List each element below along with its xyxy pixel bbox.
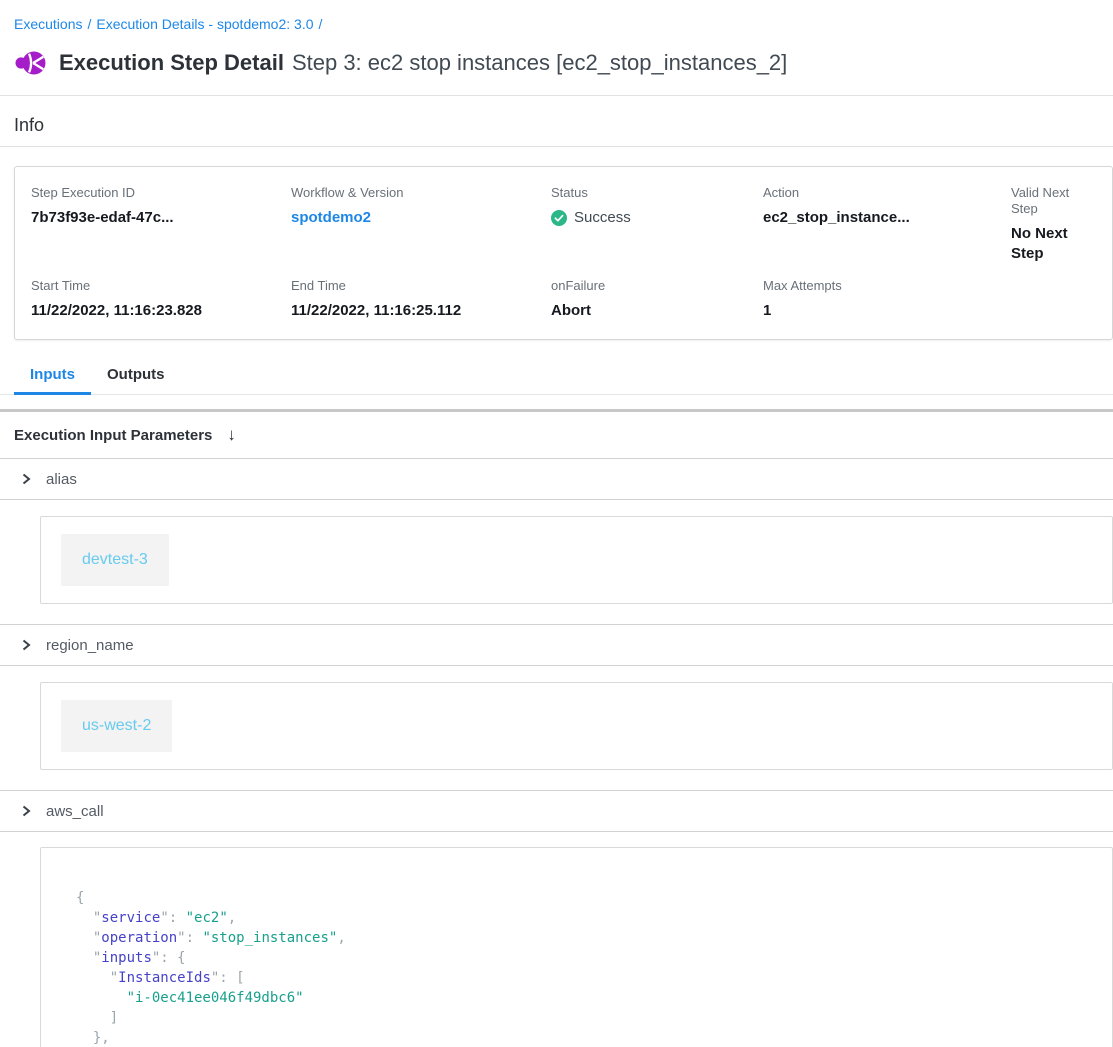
field-label: Step Execution ID <box>31 185 291 201</box>
field-label: onFailure <box>551 278 763 294</box>
chevron-right-icon <box>20 473 32 485</box>
field-status: Status Success <box>551 185 763 264</box>
field-action: Action ec2_stop_instance... <box>763 185 1011 264</box>
field-value: 11/22/2022, 11:16:25.112 <box>291 301 551 321</box>
tab-inputs[interactable]: Inputs <box>14 364 91 395</box>
header-divider <box>0 95 1113 96</box>
breadcrumb-link-execution-details[interactable]: Execution Details - spotdemo2: 3.0 <box>96 16 313 32</box>
json-code: { "service": "ec2", "operation": "stop_i… <box>76 888 1092 1047</box>
breadcrumb-separator: / <box>82 16 96 32</box>
field-start-time: Start Time 11/22/2022, 11:16:23.828 <box>31 278 291 321</box>
field-label: Max Attempts <box>763 278 1011 294</box>
breadcrumb-separator: / <box>314 16 328 32</box>
param-value-chip: us-west-2 <box>61 700 172 752</box>
param-name: region_name <box>46 637 134 654</box>
field-label: Start Time <box>31 278 291 294</box>
breadcrumb-link-executions[interactable]: Executions <box>14 16 82 32</box>
param-row-region-name[interactable]: region_name <box>0 625 1113 666</box>
page-title: Execution Step Detail Step 3: ec2 stop in… <box>59 48 787 78</box>
field-step-execution-id: Step Execution ID 7b73f93e-edaf-47c... <box>31 185 291 264</box>
field-value: Abort <box>551 301 763 321</box>
field-label: Valid Next Step <box>1011 185 1096 217</box>
page-title-step: Step 3: ec2 stop instances [ec2_stop_ins… <box>292 50 787 75</box>
success-check-icon <box>551 210 567 226</box>
field-end-time: End Time 11/22/2022, 11:16:25.112 <box>291 278 551 321</box>
workflow-app-logo-icon <box>14 47 46 79</box>
status-text: Success <box>574 208 631 228</box>
info-card: Step Execution ID 7b73f93e-edaf-47c... W… <box>14 166 1113 340</box>
page-header: Execution Step Detail Step 3: ec2 stop in… <box>14 47 1099 79</box>
page-title-main: Execution Step Detail <box>59 50 284 75</box>
execution-input-parameters-header: Execution Input Parameters ↓ <box>0 412 1113 459</box>
field-value: 11/22/2022, 11:16:23.828 <box>31 301 291 321</box>
sort-down-arrow-icon[interactable]: ↓ <box>227 425 236 445</box>
workflow-link[interactable]: spotdemo2 <box>291 209 371 226</box>
field-label: Action <box>763 185 1011 201</box>
chevron-right-icon <box>20 639 32 651</box>
field-label: Workflow & Version <box>291 185 551 201</box>
field-workflow-version: Workflow & Version spotdemo2 <box>291 185 551 264</box>
param-panel-region-name: us-west-2 <box>40 682 1113 770</box>
field-label: End Time <box>291 278 551 294</box>
param-name: aws_call <box>46 803 104 820</box>
tab-outputs[interactable]: Outputs <box>91 364 181 395</box>
field-valid-next-step: Valid Next Step No Next Step <box>1011 185 1096 264</box>
field-empty <box>1011 278 1096 321</box>
param-panel-alias: devtest-3 <box>40 516 1113 604</box>
param-name: alias <box>46 471 77 488</box>
breadcrumb: Executions/Execution Details - spotdemo2… <box>0 0 1113 32</box>
info-section-title: Info <box>14 115 1099 136</box>
param-row-alias[interactable]: alias <box>0 459 1113 500</box>
tab-bar: Inputs Outputs <box>0 364 1113 395</box>
params-header-label: Execution Input Parameters <box>14 427 212 444</box>
param-row-aws-call[interactable]: aws_call <box>0 791 1113 832</box>
param-panel-aws-call: { "service": "ec2", "operation": "stop_i… <box>40 847 1113 1047</box>
info-divider <box>0 146 1113 147</box>
field-value: 7b73f93e-edaf-47c... <box>31 208 291 228</box>
status-badge: Success <box>551 208 763 228</box>
execution-step-detail-page: Executions/Execution Details - spotdemo2… <box>0 0 1113 1047</box>
field-label: Status <box>551 185 763 201</box>
field-max-attempts: Max Attempts 1 <box>763 278 1011 321</box>
field-value: No Next Step <box>1011 224 1096 264</box>
field-on-failure: onFailure Abort <box>551 278 763 321</box>
field-value: 1 <box>763 301 1011 321</box>
field-value: ec2_stop_instance... <box>763 208 1011 228</box>
chevron-right-icon <box>20 805 32 817</box>
param-value-chip: devtest-3 <box>61 534 169 586</box>
